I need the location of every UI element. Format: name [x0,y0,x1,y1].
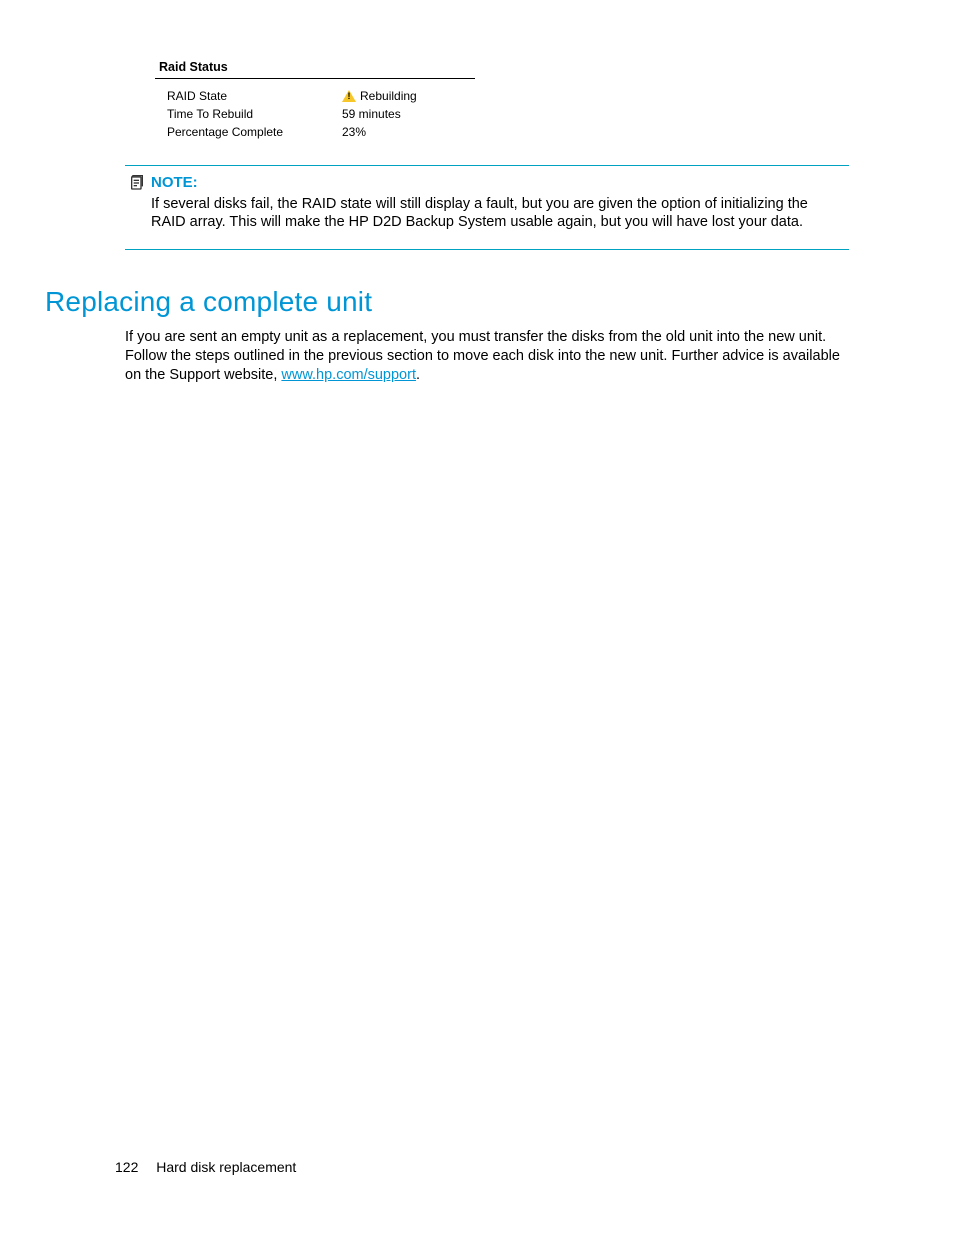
raid-status-title: Raid Status [155,60,475,79]
note-label: NOTE: [151,174,198,191]
raid-time-label: Time To Rebuild [167,107,342,121]
section-body: If you are sent an empty unit as a repla… [125,328,849,385]
support-link[interactable]: www.hp.com/support [281,367,416,383]
table-row: Time To Rebuild 59 minutes [155,105,475,123]
note-callout: NOTE: If several disks fail, the RAID st… [125,165,849,250]
table-row: RAID State Rebuilding [155,87,475,105]
note-icon [129,175,145,191]
page-number: 122 [115,1159,138,1175]
raid-pct-value: 23% [342,125,366,139]
note-body: If several disks fail, the RAID state wi… [129,195,845,231]
section-body-suffix: . [416,367,420,383]
raid-pct-label: Percentage Complete [167,125,342,139]
raid-state-label: RAID State [167,89,342,103]
raid-status-panel: Raid Status RAID State Rebuilding Time T… [155,60,475,141]
section-heading: Replacing a complete unit [45,286,849,318]
section-body-prefix: If you are sent an empty unit as a repla… [125,329,840,383]
chapter-title: Hard disk replacement [156,1159,296,1175]
warning-icon [342,90,356,102]
raid-state-text: Rebuilding [360,89,417,103]
table-row: Percentage Complete 23% [155,123,475,141]
raid-time-value: 59 minutes [342,107,401,121]
raid-state-value: Rebuilding [342,89,417,103]
note-heading: NOTE: [129,174,845,191]
page-footer: 122 Hard disk replacement [115,1159,296,1175]
